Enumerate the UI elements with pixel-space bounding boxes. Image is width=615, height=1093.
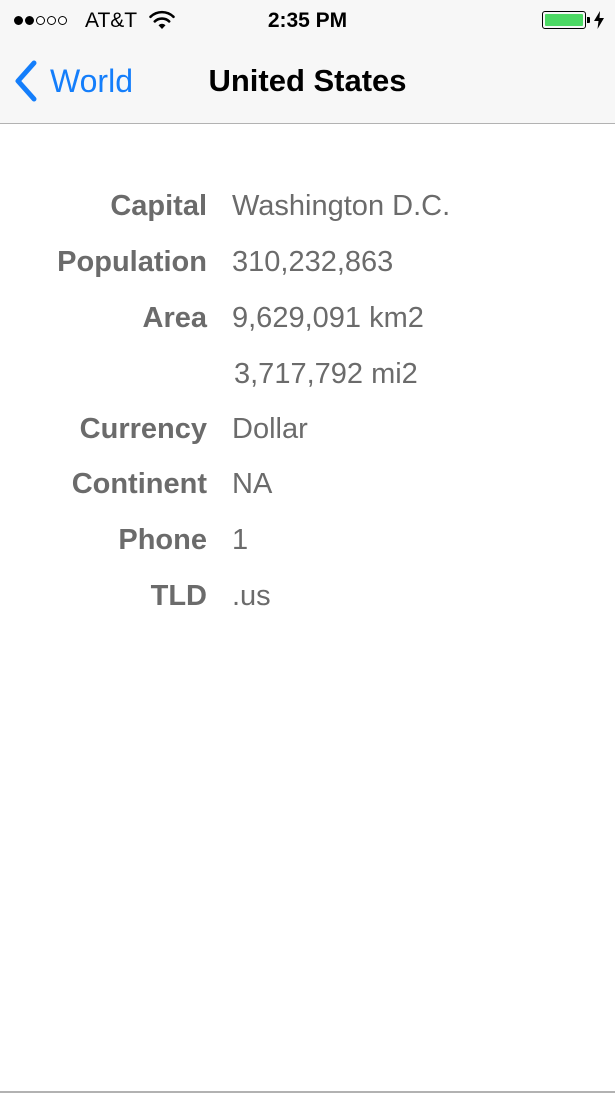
page-title: United States — [208, 63, 407, 98]
phone-label: Phone — [118, 524, 207, 556]
battery-nub — [587, 17, 590, 23]
detail-row-continent: Continent NA — [0, 464, 615, 504]
currency-label: Currency — [79, 413, 207, 445]
detail-row-currency: Currency Dollar — [0, 409, 615, 449]
area-mi-value: 3,717,792 mi2 — [234, 358, 418, 390]
capital-label: Capital — [110, 190, 207, 222]
detail-row-tld: TLD .us — [0, 576, 615, 616]
detail-row-population: Population 310,232,863 — [0, 242, 615, 282]
continent-value: NA — [232, 468, 273, 500]
battery-icon — [542, 11, 586, 29]
detail-row-phone: Phone 1 — [0, 520, 615, 560]
navigation-bar: World United States — [0, 40, 615, 124]
currency-value: Dollar — [232, 413, 308, 445]
tld-value: .us — [232, 580, 271, 612]
status-bar: AT&T 2:35 PM — [0, 0, 615, 40]
status-time: 2:35 PM — [267, 9, 348, 32]
battery-level — [545, 14, 583, 26]
population-label: Population — [57, 246, 207, 278]
detail-row-area-miles: 3,717,792 mi2 — [0, 354, 615, 394]
phone-value: 1 — [232, 524, 249, 556]
detail-row-area: Area 9,629,091 km2 — [0, 298, 615, 338]
continent-label: Continent — [71, 468, 207, 500]
detail-row-capital: Capital Washington D.C. — [0, 186, 615, 226]
tld-label: TLD — [150, 580, 207, 612]
area-label: Area — [142, 302, 208, 334]
charging-bolt-icon — [594, 11, 604, 29]
capital-value: Washington D.C. — [232, 190, 451, 222]
population-value: 310,232,863 — [232, 246, 394, 278]
area-km-value: 9,629,091 km2 — [232, 302, 424, 334]
